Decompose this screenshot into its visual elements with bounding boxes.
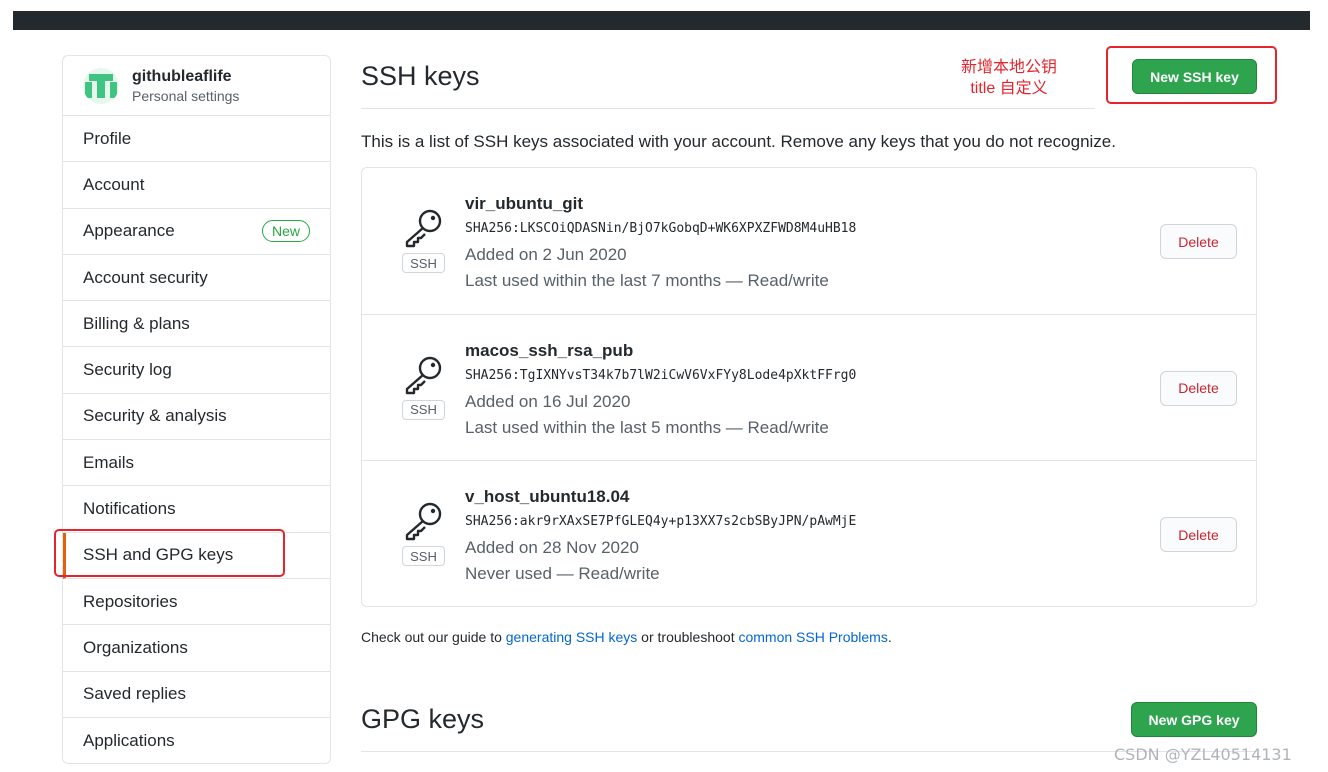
ssh-type-label: SSH bbox=[402, 546, 445, 566]
generating-ssh-keys-link[interactable]: generating SSH keys bbox=[506, 629, 638, 645]
sidebar-item-applications[interactable]: Applications bbox=[63, 718, 330, 763]
key-fingerprint: SHA256:akr9rXAxSE7PfGLEQ4y+p13XX7s2cbSBy… bbox=[465, 514, 857, 529]
key-icon bbox=[405, 209, 442, 248]
sidebar-item-notifications[interactable]: Notifications bbox=[63, 486, 330, 533]
key-icon bbox=[405, 356, 442, 394]
sidebar-item-label: Appearance bbox=[83, 221, 175, 241]
guide-middle: or troubleshoot bbox=[637, 629, 739, 645]
key-fingerprint: SHA256:TgIXNYvsT34k7b7lW2iCwV6VxFYy8Lode… bbox=[465, 367, 857, 383]
key-icon bbox=[405, 502, 442, 541]
sidebar-item-repositories[interactable]: Repositories bbox=[63, 579, 330, 626]
sidebar-item-label: Security & analysis bbox=[83, 406, 227, 426]
sidebar-item-label: Emails bbox=[83, 452, 135, 472]
annotation-line-1: 新增本地公钥 bbox=[960, 59, 1057, 76]
sidebar-item-label: Saved replies bbox=[83, 684, 187, 704]
guide-suffix: . bbox=[887, 629, 892, 645]
sidebar-item-billing[interactable]: Billing & plans bbox=[63, 301, 330, 348]
personal-settings-label: Personal settings bbox=[132, 87, 240, 104]
sidebar-item-label: Organizations bbox=[83, 637, 188, 657]
heading-divider bbox=[361, 108, 1095, 109]
delete-key-button[interactable]: Delete bbox=[1160, 517, 1237, 552]
annotation-note: 新增本地公钥 title 自定义 bbox=[945, 57, 1073, 99]
ssh-type-label: SSH bbox=[402, 253, 445, 273]
sidebar-item-saved-replies[interactable]: Saved replies bbox=[63, 672, 330, 718]
new-badge: New bbox=[261, 220, 310, 243]
sidebar-item-label: Repositories bbox=[83, 591, 178, 611]
delete-key-button[interactable]: Delete bbox=[1160, 224, 1237, 259]
ssh-keys-heading: SSH keys bbox=[361, 61, 480, 91]
ssh-keys-description: This is a list of SSH keys associated wi… bbox=[361, 132, 1116, 151]
ssh-keys-list: SSH vir_ubuntu_git SHA256:LKSCOiQDASNin/… bbox=[361, 167, 1257, 607]
top-navigation-bar bbox=[13, 11, 1310, 30]
sidebar-item-organizations[interactable]: Organizations bbox=[63, 625, 330, 672]
sidebar-item-account-security[interactable]: Account security bbox=[63, 255, 330, 302]
sidebar-item-emails[interactable]: Emails bbox=[63, 440, 330, 487]
sidebar-item-label: Security log bbox=[83, 360, 172, 380]
common-ssh-problems-link[interactable]: common SSH Problems bbox=[738, 629, 887, 645]
key-added-date: Added on 16 Jul 2020 bbox=[465, 391, 631, 411]
gpg-keys-heading: GPG keys bbox=[361, 704, 485, 734]
ssh-key-item: SSH macos_ssh_rsa_pub SHA256:TgIXNYvsT34… bbox=[362, 315, 1256, 461]
new-gpg-key-button[interactable]: New GPG key bbox=[1131, 702, 1257, 737]
sidebar-item-label: SSH and GPG keys bbox=[83, 545, 234, 565]
key-title: macos_ssh_rsa_pub bbox=[465, 340, 634, 360]
sidebar-item-label: Applications bbox=[83, 731, 175, 750]
sidebar-item-account[interactable]: Account bbox=[63, 162, 330, 209]
ssh-key-item: SSH v_host_ubuntu18.04 SHA256:akr9rXAxSE… bbox=[362, 461, 1256, 608]
annotation-line-2: title 自定义 bbox=[970, 80, 1048, 97]
key-fingerprint: SHA256:LKSCOiQDASNin/BjO7kGobqD+WK6XPXZF… bbox=[465, 221, 857, 236]
user-info: githubleaflife Personal settings bbox=[132, 67, 239, 105]
sidebar-item-appearance[interactable]: Appearance New bbox=[63, 209, 330, 255]
key-title: v_host_ubuntu18.04 bbox=[465, 487, 630, 506]
sidebar-item-label: Notifications bbox=[83, 499, 176, 519]
sidebar-item-ssh-gpg-keys[interactable]: SSH and GPG keys bbox=[63, 532, 330, 579]
delete-key-button[interactable]: Delete bbox=[1160, 370, 1237, 406]
key-added-date: Added on 28 Nov 2020 bbox=[465, 538, 639, 557]
ssh-key-item: SSH vir_ubuntu_git SHA256:LKSCOiQDASNin/… bbox=[362, 168, 1256, 315]
key-last-used: Never used — Read/write bbox=[465, 564, 660, 583]
guide-prefix: Check out our guide to bbox=[361, 629, 506, 645]
sidebar-item-security-log[interactable]: Security log bbox=[63, 347, 330, 394]
sidebar-item-profile[interactable]: Profile bbox=[63, 116, 330, 163]
key-added-date: Added on 2 Jun 2020 bbox=[465, 245, 627, 264]
sidebar-item-label: Profile bbox=[83, 128, 132, 148]
sidebar-item-label: Account security bbox=[83, 267, 208, 287]
username[interactable]: githubleaflife bbox=[132, 67, 239, 87]
settings-sidebar: githubleaflife Personal settings Profile… bbox=[62, 55, 331, 764]
sidebar-header: githubleaflife Personal settings bbox=[63, 56, 330, 116]
ssh-type-label: SSH bbox=[402, 399, 445, 420]
sidebar-item-security-analysis[interactable]: Security & analysis bbox=[63, 394, 330, 441]
avatar[interactable] bbox=[83, 67, 119, 104]
sidebar-item-label: Billing & plans bbox=[83, 313, 190, 333]
key-last-used: Last used within the last 5 months — Rea… bbox=[465, 417, 829, 437]
new-ssh-key-button[interactable]: New SSH key bbox=[1132, 59, 1257, 94]
key-last-used: Last used within the last 7 months — Rea… bbox=[465, 271, 829, 290]
watermark: CSDN @YZL40514131 bbox=[1114, 745, 1292, 764]
sidebar-item-label: Account bbox=[83, 174, 145, 194]
ssh-guide-text: Check out our guide to generating SSH ke… bbox=[361, 629, 892, 645]
key-title: vir_ubuntu_git bbox=[465, 194, 584, 213]
